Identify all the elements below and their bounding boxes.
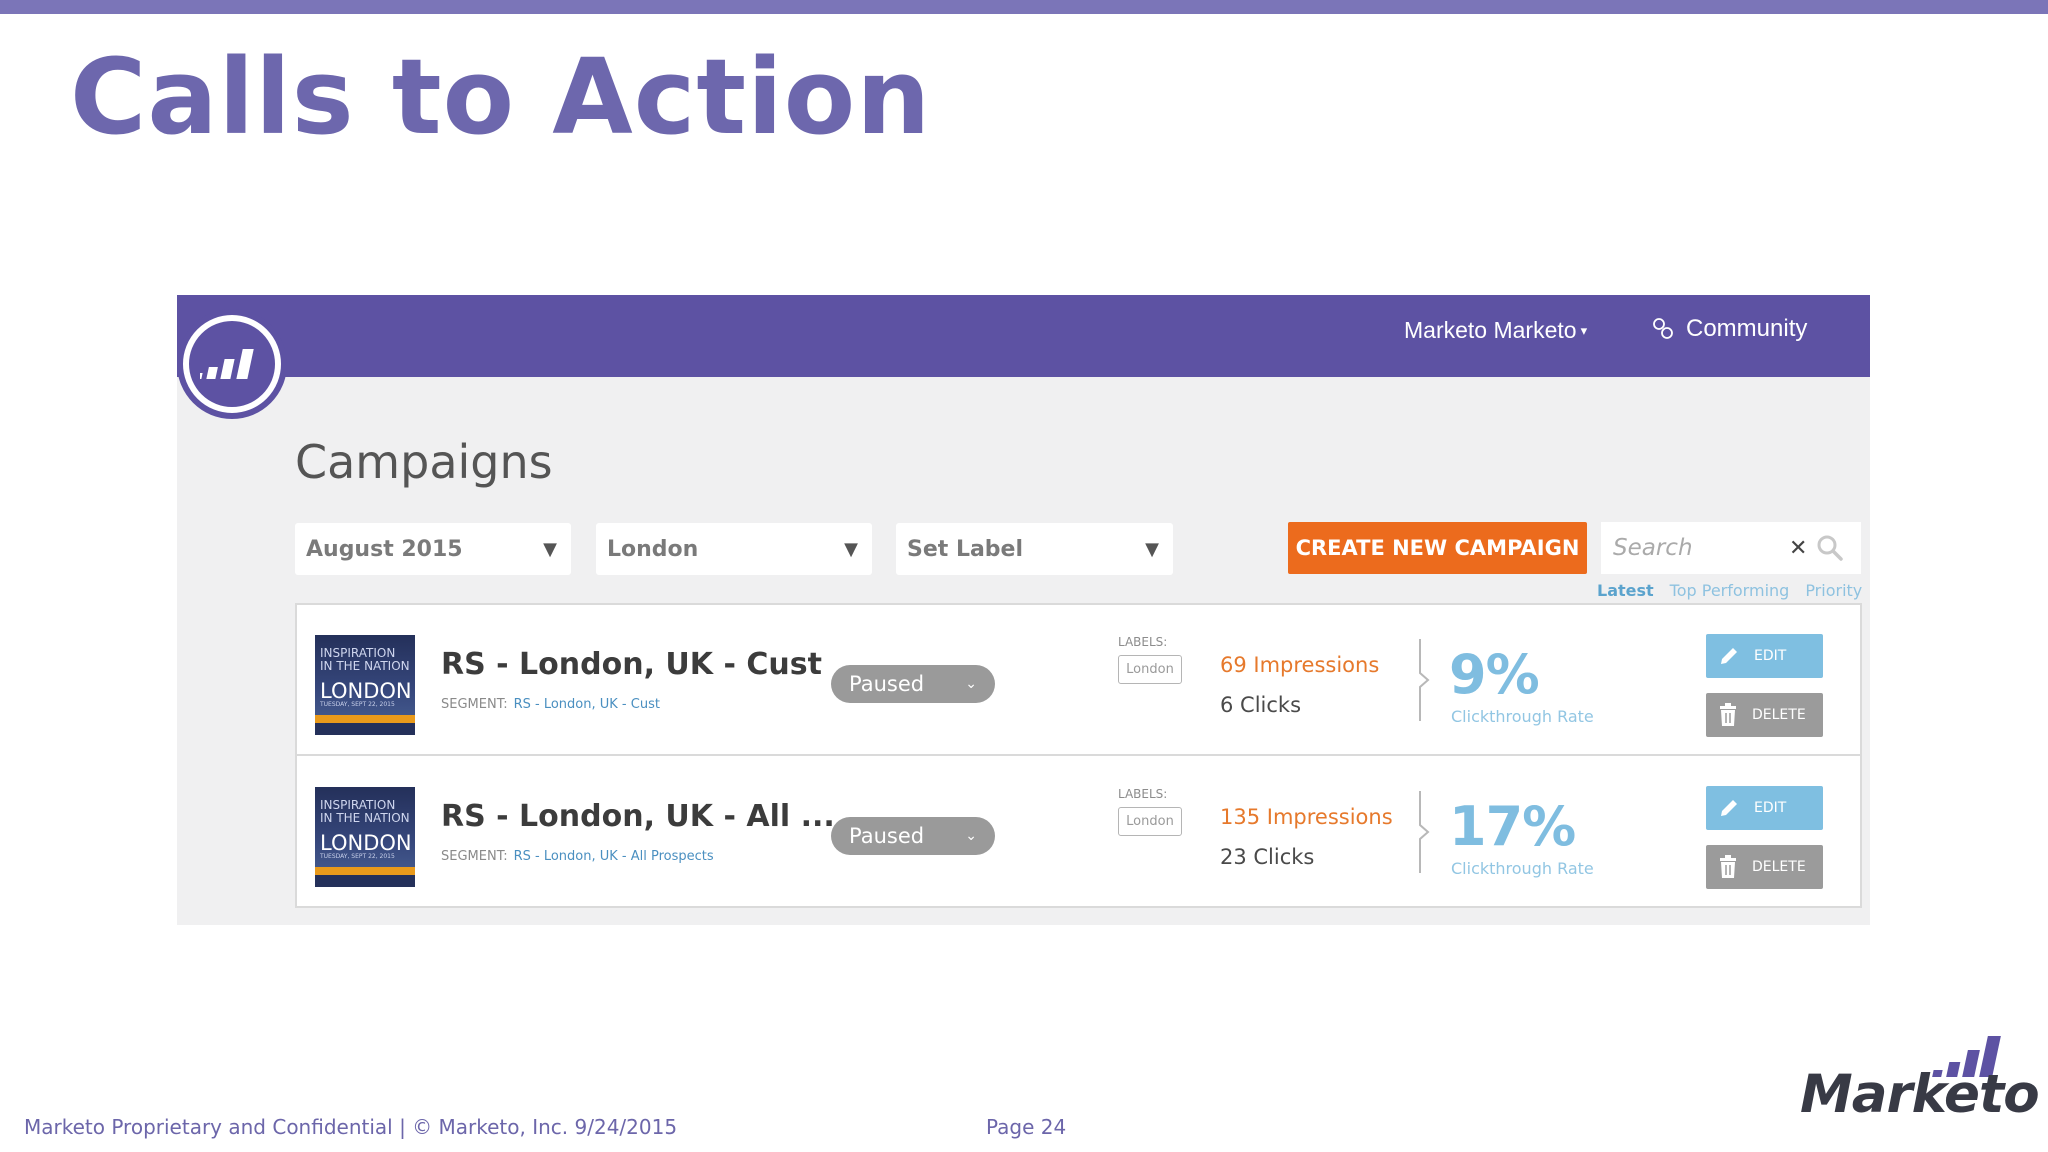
status-value: Paused bbox=[849, 824, 925, 848]
user-menu[interactable]: Marketo Marketo ▾ bbox=[1404, 317, 1587, 344]
thumb-date: TUESDAY, SEPT 22, 2015 bbox=[320, 853, 395, 860]
segment-caption: SEGMENT: bbox=[441, 849, 508, 864]
caret-down-icon: ▾ bbox=[1580, 322, 1588, 338]
campaign-segment: SEGMENT: RS - London, UK - Cust bbox=[441, 697, 660, 712]
community-label: Community bbox=[1686, 315, 1808, 342]
brace-divider-icon bbox=[1419, 791, 1430, 873]
search-input[interactable] bbox=[1613, 535, 1783, 561]
clickthrough-rate-label: Clickthrough Rate bbox=[1451, 859, 1594, 878]
clickthrough-rate-value: 9% bbox=[1449, 643, 1540, 706]
brace-divider-icon bbox=[1419, 639, 1430, 721]
campaign-title[interactable]: RS - London, UK - Cust bbox=[441, 647, 822, 682]
month-filter-value: August 2015 bbox=[306, 536, 463, 562]
clickthrough-rate-label: Clickthrough Rate bbox=[1451, 707, 1594, 726]
app-header: Marketo Marketo ▾ Community bbox=[177, 295, 1870, 377]
label-filter-value: Set Label bbox=[907, 536, 1024, 562]
label-chip[interactable]: London bbox=[1118, 807, 1182, 836]
segment-caption: SEGMENT: bbox=[441, 697, 508, 712]
delete-button[interactable]: DELETE bbox=[1706, 845, 1823, 889]
label-filter-dropdown[interactable]: Set Label ▼ bbox=[896, 523, 1173, 575]
footer-confidential: Marketo Proprietary and Confidential | ©… bbox=[24, 1115, 678, 1139]
marketo-logo-badge[interactable] bbox=[177, 309, 287, 419]
delete-label: DELETE bbox=[1752, 859, 1806, 875]
status-dropdown[interactable]: Paused ⌄ bbox=[831, 665, 995, 703]
delete-label: DELETE bbox=[1752, 707, 1806, 723]
campaign-row[interactable]: INSPIRATION IN THE NATION LONDON TUESDAY,… bbox=[297, 757, 1860, 908]
pencil-icon bbox=[1721, 800, 1737, 816]
slide-title: Calls to Action bbox=[70, 36, 932, 158]
labels-caption: LABELS: bbox=[1118, 787, 1168, 801]
campaign-title[interactable]: RS - London, UK - All ... bbox=[441, 799, 835, 834]
campaign-segment: SEGMENT: RS - London, UK - All Prospects bbox=[441, 849, 714, 864]
clear-icon[interactable]: ✕ bbox=[1789, 536, 1807, 561]
marketo-wordmark: Marketo bbox=[1800, 1064, 2040, 1125]
trash-icon bbox=[1720, 855, 1736, 878]
sort-latest-link[interactable]: Latest bbox=[1597, 581, 1654, 600]
thumb-city: LONDON bbox=[320, 831, 412, 855]
segment-link[interactable]: RS - London, UK - All Prospects bbox=[514, 849, 714, 864]
clickthrough-rate-value: 17% bbox=[1449, 795, 1576, 858]
marketo-logo-icon bbox=[183, 315, 281, 413]
caret-down-icon: ▼ bbox=[844, 538, 858, 560]
app-screenshot: Marketo Marketo ▾ Community Campaigns Au… bbox=[177, 295, 1870, 925]
labels-caption: LABELS: bbox=[1118, 635, 1168, 649]
user-menu-label: Marketo Marketo bbox=[1404, 317, 1577, 343]
campaign-thumbnail: INSPIRATION IN THE NATION LONDON TUESDAY,… bbox=[315, 787, 415, 887]
community-icon bbox=[1653, 318, 1673, 339]
campaign-row[interactable]: INSPIRATION IN THE NATION LONDON TUESDAY,… bbox=[297, 605, 1860, 756]
thumb-city: LONDON bbox=[320, 679, 412, 703]
chevron-down-icon: ⌄ bbox=[965, 676, 977, 692]
chevron-down-icon: ⌄ bbox=[965, 828, 977, 844]
footer-page-number: Page 24 bbox=[986, 1115, 1067, 1139]
edit-button[interactable]: EDIT bbox=[1706, 786, 1823, 830]
thumb-date: TUESDAY, SEPT 22, 2015 bbox=[320, 701, 395, 708]
sort-priority-link[interactable]: Priority bbox=[1805, 581, 1862, 600]
community-link[interactable]: Community bbox=[1652, 315, 1807, 343]
thumb-text: INSPIRATION IN THE NATION bbox=[320, 798, 410, 825]
campaign-list: INSPIRATION IN THE NATION LONDON TUESDAY,… bbox=[295, 603, 1862, 908]
create-new-campaign-button[interactable]: CREATE NEW CAMPAIGN bbox=[1288, 522, 1587, 574]
page-title: Campaigns bbox=[295, 435, 553, 489]
sort-links: Latest Top Performing Priority bbox=[1597, 581, 1862, 600]
edit-label: EDIT bbox=[1754, 648, 1787, 664]
edit-label: EDIT bbox=[1754, 800, 1787, 816]
location-filter-dropdown[interactable]: London ▼ bbox=[596, 523, 872, 575]
search-icon[interactable] bbox=[1817, 535, 1844, 561]
segment-link[interactable]: RS - London, UK - Cust bbox=[514, 697, 660, 712]
thumb-text: INSPIRATION IN THE NATION bbox=[320, 646, 410, 673]
pencil-icon bbox=[1721, 648, 1737, 664]
label-chip[interactable]: London bbox=[1118, 655, 1182, 684]
status-value: Paused bbox=[849, 672, 925, 696]
search-box: ✕ bbox=[1601, 522, 1861, 574]
top-accent-band bbox=[0, 0, 2048, 14]
month-filter-dropdown[interactable]: August 2015 ▼ bbox=[295, 523, 571, 575]
clicks-count: 23 Clicks bbox=[1220, 845, 1315, 869]
impressions-count: 69 Impressions bbox=[1220, 653, 1380, 677]
location-filter-value: London bbox=[607, 536, 699, 562]
sort-top-performing-link[interactable]: Top Performing bbox=[1670, 581, 1790, 600]
clicks-count: 6 Clicks bbox=[1220, 693, 1302, 717]
caret-down-icon: ▼ bbox=[1145, 538, 1159, 560]
status-dropdown[interactable]: Paused ⌄ bbox=[831, 817, 995, 855]
edit-button[interactable]: EDIT bbox=[1706, 634, 1823, 678]
caret-down-icon: ▼ bbox=[543, 538, 557, 560]
trash-icon bbox=[1720, 703, 1736, 726]
campaign-thumbnail: INSPIRATION IN THE NATION LONDON TUESDAY,… bbox=[315, 635, 415, 735]
delete-button[interactable]: DELETE bbox=[1706, 693, 1823, 737]
impressions-count: 135 Impressions bbox=[1220, 805, 1393, 829]
